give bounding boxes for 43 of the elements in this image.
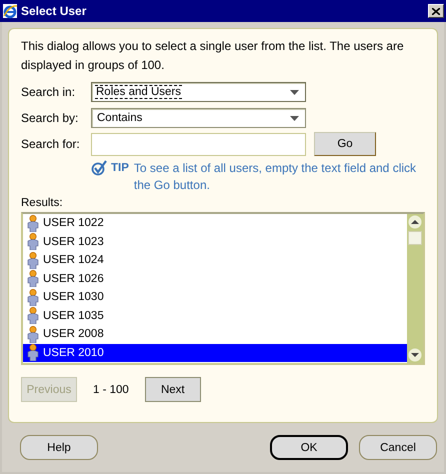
browser-logo-icon: [2, 3, 18, 19]
user-list-item[interactable]: USER 2008: [23, 325, 407, 344]
user-icon: [27, 252, 39, 269]
next-button[interactable]: Next: [144, 377, 201, 402]
results-label: Results:: [21, 197, 64, 211]
user-icon: [27, 307, 39, 324]
close-button[interactable]: [428, 4, 444, 18]
scroll-up-icon: [408, 215, 422, 229]
window-title: Select User: [21, 4, 88, 18]
dropdown-arrow-icon: [290, 90, 299, 94]
user-list-item[interactable]: USER 1035: [23, 306, 407, 325]
user-list-item[interactable]: USER 1026: [23, 270, 407, 288]
user-icon: [27, 344, 39, 362]
dropdown[interactable]: Contains: [91, 108, 306, 128]
field-label: Search in:: [21, 85, 76, 99]
user-list-item[interactable]: USER 1023: [23, 232, 407, 251]
close-icon: [432, 8, 440, 14]
intro-text: This dialog allows you to select a single user from the list. The users are displayed in groups of 100.: [21, 38, 405, 74]
check-icon: [91, 160, 107, 176]
scrollbar[interactable]: [407, 214, 423, 363]
dialog-button[interactable]: Cancel: [359, 435, 437, 460]
tip-label: TIP: [111, 161, 129, 176]
page-range: 1 - 100: [93, 384, 129, 396]
user-list-item[interactable]: USER 1030: [23, 288, 407, 306]
user-list-item[interactable]: USER 1022: [23, 214, 407, 232]
field-label: Search for:: [21, 137, 81, 151]
user-icon: [27, 214, 39, 232]
user-icon: [27, 288, 39, 306]
dropdown[interactable]: Roles and Users: [91, 82, 306, 102]
go-button[interactable]: Go: [314, 132, 376, 156]
user-icon: [27, 326, 39, 343]
search-field[interactable]: [91, 132, 306, 156]
user-list-item[interactable]: USER 2010: [23, 344, 407, 362]
user-icon: [27, 233, 39, 250]
dialog-button[interactable]: Help: [20, 435, 98, 460]
scroll-down-icon: [408, 348, 422, 362]
scroll-thumb-icon: [408, 231, 422, 245]
tip-text: To see a list of all users, empty the text field and click the Go button.: [134, 160, 418, 194]
user-icon: [27, 270, 39, 288]
dropdown-arrow-icon: [290, 116, 299, 120]
dialog-button[interactable]: OK: [270, 435, 348, 460]
user-list-item[interactable]: USER 1024: [23, 251, 407, 270]
field-label: Search by:: [21, 111, 80, 125]
